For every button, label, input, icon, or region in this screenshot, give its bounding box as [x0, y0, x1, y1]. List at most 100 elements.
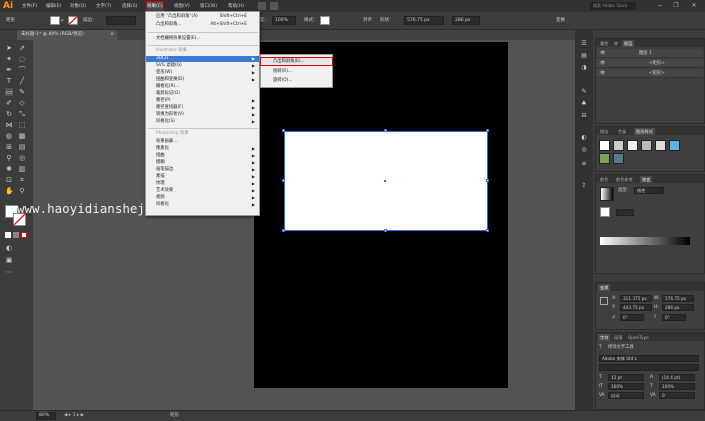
leading-field[interactable]: (14.4 pt): [659, 374, 695, 381]
artboard-tool-icon[interactable]: ⊡: [5, 176, 13, 184]
font-size-field[interactable]: 12 pt: [608, 374, 644, 381]
handle-top-center[interactable]: [384, 129, 387, 132]
gradient-tool-icon[interactable]: ▤: [18, 143, 26, 151]
stroke-icon[interactable]: ≡: [579, 160, 589, 168]
menu-item-warp[interactable]: 变形(W) ▶: [146, 70, 259, 76]
menu-item-path[interactable]: 路径(P) ▶: [146, 98, 259, 104]
arrange-documents-icon[interactable]: [270, 2, 278, 10]
style-swatch[interactable]: [613, 140, 624, 151]
width-tool-icon[interactable]: ⋈: [5, 121, 13, 129]
menu-item-distort[interactable]: 扭曲 ▶: [146, 153, 259, 159]
shaper-tool-icon[interactable]: ✐: [5, 99, 13, 107]
transform-y-field[interactable]: 443.75 px: [620, 304, 652, 311]
menu-item-pathfinder[interactable]: 路径查找器(F) ▶: [146, 105, 259, 111]
shape-builder-icon[interactable]: ◍: [5, 132, 13, 140]
close-icon[interactable]: ✕: [688, 2, 700, 10]
handle-middle-right[interactable]: [486, 179, 489, 182]
handle-bottom-right[interactable]: [486, 229, 489, 232]
transform-shear-field[interactable]: 0°: [662, 314, 686, 321]
style-swatch[interactable]: [641, 140, 652, 151]
slice-tool-icon[interactable]: ⌗: [18, 176, 26, 184]
tab-opentype[interactable]: OpenType: [626, 334, 651, 341]
symbol-sprayer-icon[interactable]: ✺: [5, 165, 13, 173]
menu-item-rotate[interactable]: 旋转(O)...: [261, 77, 332, 84]
menu-select[interactable]: 选择(S): [122, 2, 137, 11]
magic-wand-icon[interactable]: ✦: [5, 55, 13, 63]
gradient-angle-field[interactable]: [616, 209, 634, 216]
style-swatch[interactable]: [669, 140, 680, 151]
menu-type[interactable]: 文字(T): [96, 2, 111, 11]
font-style-select[interactable]: [599, 364, 699, 371]
menu-item-pixelate[interactable]: 像素化 ▶: [146, 146, 259, 152]
type-tool-icon[interactable]: T: [5, 77, 13, 85]
menu-item-document-raster[interactable]: 文档栅格效果设置(E)...: [146, 36, 259, 42]
handle-bottom-center[interactable]: [384, 229, 387, 232]
graph-tool-icon[interactable]: ▥: [18, 165, 26, 173]
fill-stroke-icon[interactable]: [600, 207, 610, 217]
stroke-swatch[interactable]: [68, 16, 78, 25]
gradient-mode-icon[interactable]: [13, 232, 19, 238]
scale-tool-icon[interactable]: ⤡: [18, 110, 26, 118]
perspective-grid-icon[interactable]: ▦: [18, 132, 26, 140]
eraser-icon[interactable]: ◇: [18, 99, 26, 107]
transform-angle-field[interactable]: 0°: [620, 314, 644, 321]
export-icon[interactable]: ⇪: [579, 182, 589, 190]
menu-item-stylize[interactable]: 风格化(S) ▶: [146, 119, 259, 125]
menu-item-distort-transform[interactable]: 扭曲和变换(D) ▶: [146, 77, 259, 83]
menu-item-3d[interactable]: 3D(3) ▶: [146, 56, 259, 62]
color-icon[interactable]: ◑: [579, 64, 589, 72]
minimize-icon[interactable]: −: [654, 2, 666, 10]
tracking-field[interactable]: 0: [659, 392, 695, 399]
tab-color[interactable]: 颜色: [598, 176, 610, 183]
menu-window[interactable]: 窗口(W): [200, 2, 217, 11]
tab-layers[interactable]: 图层: [622, 40, 635, 47]
menu-item-effect-gallery[interactable]: 效果画廊...: [146, 139, 259, 145]
maximize-icon[interactable]: ❐: [670, 2, 682, 10]
visibility-icon[interactable]: 👁: [600, 59, 605, 68]
align-icon[interactable]: ⊟: [579, 112, 589, 120]
line-tool-icon[interactable]: ╱: [18, 77, 26, 85]
style-swatch[interactable]: [599, 153, 610, 164]
more-tools-icon[interactable]: ⋯: [5, 268, 13, 276]
menu-edit[interactable]: 编辑(E): [46, 2, 61, 11]
layer-row[interactable]: 👁 <矩形>: [597, 69, 703, 78]
draw-normal-icon[interactable]: ◐: [5, 244, 13, 252]
rotate-tool-icon[interactable]: ↻: [5, 110, 13, 118]
appearance-icon[interactable]: ◐: [579, 134, 589, 142]
adobe-stock-search[interactable]: 搜索 Adobe Stock: [590, 2, 636, 10]
visibility-icon[interactable]: 👁: [600, 69, 605, 78]
menu-item-video[interactable]: 视频 ▶: [146, 195, 259, 201]
layer-row[interactable]: 👁 <矩形>: [597, 59, 703, 68]
pen-tool-icon[interactable]: ✒: [5, 66, 13, 74]
handle-top-right[interactable]: [486, 129, 489, 132]
align-button[interactable]: 对齐: [363, 17, 372, 25]
lasso-icon[interactable]: ◌: [18, 55, 26, 63]
menu-item-artistic[interactable]: 艺术效果 ▶: [146, 188, 259, 194]
free-transform-icon[interactable]: ⬚: [18, 121, 26, 129]
menu-item-blur[interactable]: 模糊 ▶: [146, 160, 259, 166]
tab-gradient[interactable]: 渐变: [640, 176, 653, 183]
tab-transform[interactable]: 变换: [598, 284, 611, 291]
zoom-field[interactable]: 80%: [36, 412, 56, 420]
zoom-tool-icon[interactable]: ⚲: [18, 187, 26, 195]
menu-item-convert-to-shape[interactable]: 转换为形状(V) ▶: [146, 112, 259, 118]
transform-x-field[interactable]: 311.375 px: [620, 295, 652, 302]
reference-point-icon[interactable]: [600, 297, 608, 305]
curvature-tool-icon[interactable]: ⌒: [18, 66, 26, 74]
handle-bottom-left[interactable]: [282, 229, 285, 232]
menu-item-crop-marks[interactable]: 裁剪标记(O): [146, 91, 259, 97]
transform-h-field[interactable]: 286 px: [662, 304, 694, 311]
gradient-type-select[interactable]: 线性: [634, 187, 664, 194]
style-swatch[interactable]: [613, 153, 624, 164]
menu-item-last-effect[interactable]: 凸出和斜角... Alt+Shift+Ctrl+E: [146, 22, 259, 28]
close-tab-icon[interactable]: ×: [110, 30, 114, 40]
tab-swatches[interactable]: 色板: [616, 128, 628, 135]
menu-effect[interactable]: 效果(C): [146, 1, 164, 12]
transparency-icon[interactable]: ◎: [579, 146, 589, 154]
selection-tool-icon[interactable]: ➤: [5, 44, 13, 52]
gradient-slider[interactable]: [600, 237, 690, 245]
menu-item-rasterize[interactable]: 栅格化(R)...: [146, 84, 259, 90]
menu-object[interactable]: 对象(O): [70, 2, 86, 11]
libraries-icon[interactable]: ▤: [579, 52, 589, 60]
artboard-nav-icon[interactable]: ◀ ▸ 1 ▸ ▶: [64, 412, 84, 420]
